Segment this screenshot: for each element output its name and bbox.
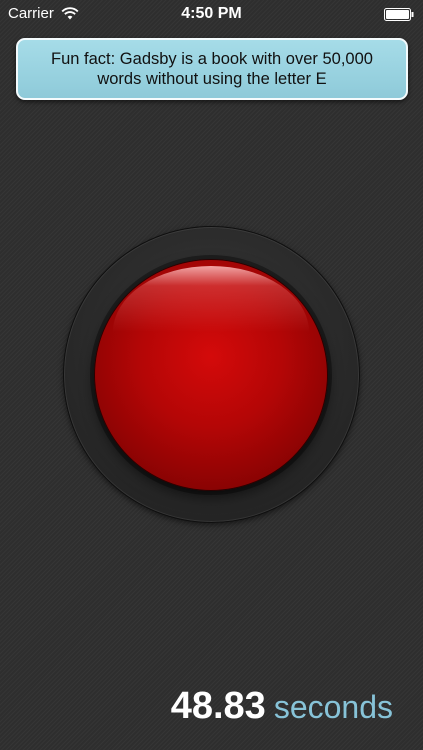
fun-fact-text: Fun fact: Gadsby is a book with over 50,… xyxy=(51,50,373,88)
timer-display: 48.83 seconds xyxy=(171,685,393,728)
timer-value: 48.83 xyxy=(170,685,266,727)
button-highlight xyxy=(113,266,309,376)
big-red-button[interactable] xyxy=(94,259,328,491)
fun-fact-banner: Fun fact: Gadsby is a book with over 50,… xyxy=(16,38,408,100)
status-time: 4:50 PM xyxy=(181,5,242,22)
battery-icon xyxy=(384,8,414,21)
timer-unit: seconds xyxy=(273,689,393,725)
status-bar: Carrier 4:50 PM xyxy=(0,0,423,28)
